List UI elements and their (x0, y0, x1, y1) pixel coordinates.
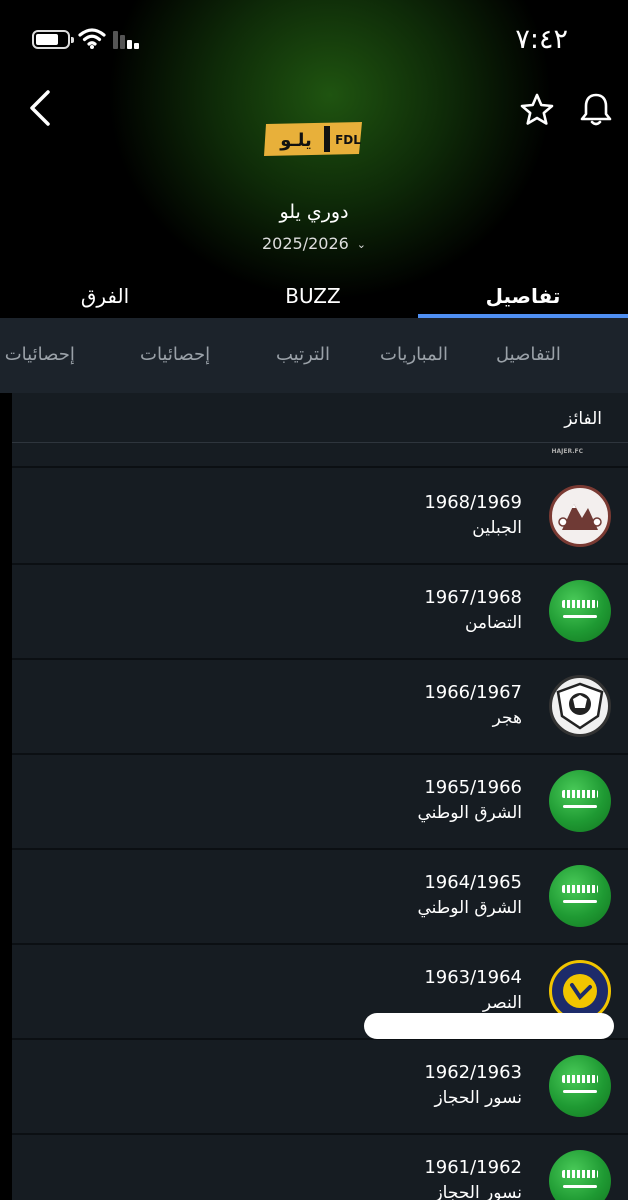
season-selector[interactable]: 2025/2026 ⌄ (0, 234, 628, 253)
saudi-flag-crest-icon (549, 1150, 611, 1200)
status-bar: ٧:٤٢ (0, 0, 628, 80)
status-time: ٧:٤٢ (515, 24, 568, 55)
winner-club: الشرق الوطني (417, 803, 522, 823)
league-name: دوري يلو (279, 201, 349, 223)
back-button[interactable] (22, 88, 62, 128)
wifi-icon (78, 28, 106, 49)
jabalain-crest-icon (549, 485, 611, 547)
battery-icon (32, 30, 74, 49)
winner-season: 1964/1965 (424, 872, 522, 893)
season-value: 2025/2026 (261, 234, 349, 253)
winner-club: نسور الحجاز (434, 1183, 522, 1200)
winner-season: 1965/1966 (424, 777, 522, 798)
winner-season: 1968/1969 (424, 492, 522, 513)
star-icon (520, 93, 554, 125)
notification-bell-button[interactable] (578, 91, 614, 127)
saudi-flag-crest-icon (549, 1055, 611, 1117)
winner-club: الشرق الوطني (417, 898, 522, 918)
saudi-flag-crest-icon (549, 580, 611, 642)
league-header: ٧:٤٢ يلـو FDL دوري يلو 2025/2026 ⌄ تفاصيل… (0, 0, 628, 318)
subtab-matches[interactable]: المباريات (380, 344, 448, 365)
list-left-edge (0, 393, 12, 1200)
spacer-tag: HAJER.FC (551, 448, 583, 455)
list-spacer: HAJER.FC (12, 444, 628, 468)
chevron-left-icon (30, 90, 50, 126)
hajer-crest-icon (549, 675, 611, 737)
svg-text:يلـو: يلـو (279, 130, 312, 151)
winner-club: الجبلين (472, 518, 522, 538)
winner-season: 1967/1968 (424, 587, 522, 608)
svg-text:FDL: FDL (335, 133, 361, 147)
main-tabs: تفاصيل BUZZ الفرق (0, 278, 628, 318)
winner-club: نسور الحجاز (434, 1088, 522, 1108)
cellular-signal-icon (113, 31, 139, 49)
winner-row[interactable]: 1966/1967 هجر (12, 660, 628, 755)
winners-header: الفائز (12, 393, 628, 443)
winner-row[interactable]: 1962/1963 نسور الحجاز (12, 1040, 628, 1135)
winner-club: هجر (492, 708, 522, 728)
winner-row[interactable]: 1965/1966 الشرق الوطني (12, 755, 628, 850)
winner-season: 1961/1962 (424, 1157, 522, 1178)
winner-season: 1966/1967 (424, 682, 522, 703)
subtab-standings[interactable]: الترتيب (276, 344, 330, 365)
winner-club: النصر (482, 993, 522, 1013)
redaction-overlay (364, 1013, 614, 1039)
winner-club: التضامن (464, 613, 522, 633)
winner-season: 1963/1964 (424, 967, 522, 988)
saudi-flag-crest-icon (549, 770, 611, 832)
winner-row[interactable]: 1967/1968 التضامن (12, 565, 628, 660)
chevron-down-icon: ⌄ (356, 238, 367, 251)
winner-season: 1962/1963 (424, 1062, 522, 1083)
subtab-details[interactable]: التفاصيل (496, 344, 561, 365)
tab-buzz[interactable]: BUZZ (213, 284, 413, 308)
favorite-star-button[interactable] (519, 92, 555, 128)
winner-row[interactable]: 1968/1969 الجبلين (12, 470, 628, 565)
winners-label: الفائز (564, 409, 602, 429)
subtab-stats[interactable]: إحصائيات (140, 344, 210, 365)
league-logo: يلـو FDL (264, 122, 362, 156)
tab-teams[interactable]: الفرق (0, 284, 210, 308)
winner-row[interactable]: 1964/1965 الشرق الوطني (12, 850, 628, 945)
winners-list: الفائز HAJER.FC 1968/1969 الجبلين 1967/1… (12, 393, 628, 1200)
sub-tabs: التفاصيل المباريات الترتيب إحصائيات إحصا… (0, 318, 628, 393)
saudi-flag-crest-icon (549, 865, 611, 927)
tab-details[interactable]: تفاصيل (418, 284, 628, 308)
bell-icon (580, 93, 612, 121)
subtab-stats-more[interactable]: إحصائيات ا (0, 344, 75, 365)
winner-row[interactable]: 1961/1962 نسور الحجاز (12, 1135, 628, 1200)
